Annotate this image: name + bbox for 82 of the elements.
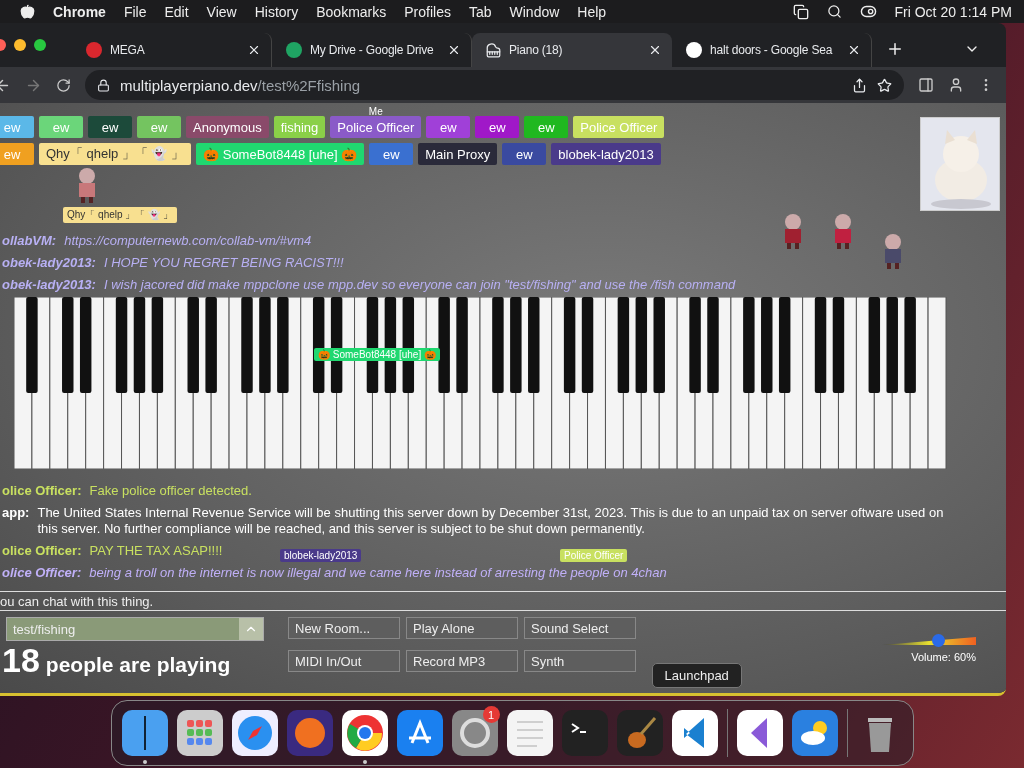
player-tag[interactable]: ew [475, 116, 520, 138]
google-favicon-icon [686, 42, 702, 58]
search-icon[interactable] [826, 4, 842, 19]
cursor-name-label: Police Officer [560, 549, 628, 562]
player-tag[interactable]: Main Proxy [418, 143, 498, 165]
control-button[interactable]: New Room... [288, 617, 400, 639]
lock-icon [97, 78, 110, 92]
menu-item[interactable]: Edit [164, 3, 189, 20]
chat-author: obek-lady2013: [2, 255, 96, 271]
clock[interactable]: Fri Oct 20 1:14 PM [894, 3, 1012, 20]
close-tab-icon[interactable] [847, 43, 861, 57]
volume-label: Volume: 60% [911, 651, 976, 663]
chat-message: PAY THE TAX ASAP!!!! [89, 543, 223, 559]
player-tag[interactable]: Qhy「 qhelp 」「 👻 」 [39, 143, 192, 165]
menu-item[interactable]: View [206, 3, 237, 20]
windows-icon[interactable] [792, 3, 809, 20]
drive-favicon-icon [286, 42, 302, 58]
cursor-name-label: Qhy「 qhelp 」「 👻 」 [63, 207, 177, 223]
volume-thumb[interactable] [932, 634, 946, 647]
chat-author: app: [2, 505, 30, 522]
chat-author: olice Officer: [2, 565, 82, 581]
menu-item[interactable]: File [123, 3, 147, 20]
control-button[interactable]: Sound Select [524, 617, 636, 639]
player-count: 18 [2, 643, 40, 677]
close-tab-icon[interactable] [447, 43, 461, 57]
menu-item[interactable]: Help [577, 3, 607, 20]
reload-icon[interactable] [56, 77, 71, 93]
maximize-window-button[interactable] [34, 39, 46, 51]
me-label: Me [368, 106, 383, 117]
url-text: multiplayerpiano.dev/test%2Ffishing [120, 76, 361, 94]
apple-logo-icon[interactable] [20, 4, 35, 19]
new-tab-icon[interactable] [886, 40, 904, 58]
control-center-icon[interactable] [859, 3, 877, 20]
chat-author: olice Officer: [2, 483, 82, 499]
menu-item[interactable]: Tab [468, 3, 492, 20]
address-bar[interactable]: multiplayerpiano.dev/test%2Ffishing [85, 70, 904, 100]
control-button[interactable]: Record MP3 [406, 650, 518, 672]
player-tag[interactable]: ew [502, 143, 547, 165]
profile-icon[interactable] [948, 77, 964, 93]
side-panel-icon[interactable] [918, 77, 934, 93]
chat-message: I wish jacored did make mppclone use mpp.dev so everyone can join "test/fishing" and use the /fish command [103, 277, 736, 293]
close-tab-icon[interactable] [247, 43, 261, 57]
player-tag[interactable]: blobek-lady2013 [551, 143, 661, 165]
minimize-window-button[interactable] [14, 39, 26, 51]
chat-message: Fake police officer detected. [89, 483, 252, 499]
cursor-name-label: blobek-lady2013 [280, 549, 362, 562]
player-tag[interactable]: Police Officer [330, 116, 422, 138]
control-button[interactable]: MIDI In/Out [288, 650, 400, 672]
control-button[interactable]: Play Alone [406, 617, 518, 639]
app-menu[interactable]: Chrome [53, 3, 106, 20]
piano-keyboard[interactable] [14, 297, 948, 469]
chat-message: https://computernewb.com/collab-vm/#vm4 [64, 233, 312, 249]
menu-item[interactable]: Profiles [404, 3, 451, 20]
bookmark-star-icon[interactable] [877, 77, 892, 93]
menu-item[interactable]: Window [509, 3, 560, 20]
piano-icon [486, 42, 501, 58]
cursor-name-label: 🎃 SomeBot8448 [uhe] 🎃 [314, 348, 440, 361]
share-icon[interactable] [852, 77, 867, 93]
chat-message: The United States Internal Revenue Service will be shutting this server down by December 31st, 2023. This is due to an unpaid tax on server oftware used on this server. No further compliance will be reached, and this server is subject to be shut down permanently. [37, 505, 945, 537]
control-button[interactable]: Synth [524, 650, 636, 672]
chat-author: obek-lady2013: [2, 277, 96, 293]
player-tag[interactable]: Anonymous [186, 116, 269, 138]
mega-favicon-icon [86, 42, 102, 58]
chat-message: being a troll on the internet is now illegal and we came here instead of arresting the people on 4chan [89, 565, 667, 581]
menu-item[interactable]: History [254, 3, 299, 20]
tab-title: MEGA [110, 43, 146, 57]
close-tab-icon[interactable] [648, 43, 662, 57]
tab-title: My Drive - Google Drive [310, 43, 435, 57]
tab-title: Piano (18) [509, 43, 564, 57]
chrome-icon[interactable] [341, 710, 388, 764]
browser-tab[interactable]: Piano (18) [472, 33, 672, 67]
chat-message: I HOPE YOU REGRET BEING RACIST!!! [103, 255, 344, 271]
menu-item[interactable]: Bookmarks [316, 3, 387, 20]
player-tag[interactable]: ew [88, 116, 132, 138]
player-tag[interactable]: ew [369, 143, 414, 165]
dock-tooltip: Launchpad [651, 663, 742, 688]
chat-author: olice Officer: [2, 543, 82, 559]
player-tag[interactable]: ew [426, 116, 471, 138]
player-count-label: people are playing [45, 653, 231, 677]
tab-title: halt doors - Google Sea [710, 43, 834, 57]
chat-author: ollabVM: [2, 233, 57, 249]
chat-input[interactable]: ou can chat with this thing. [0, 593, 1006, 609]
